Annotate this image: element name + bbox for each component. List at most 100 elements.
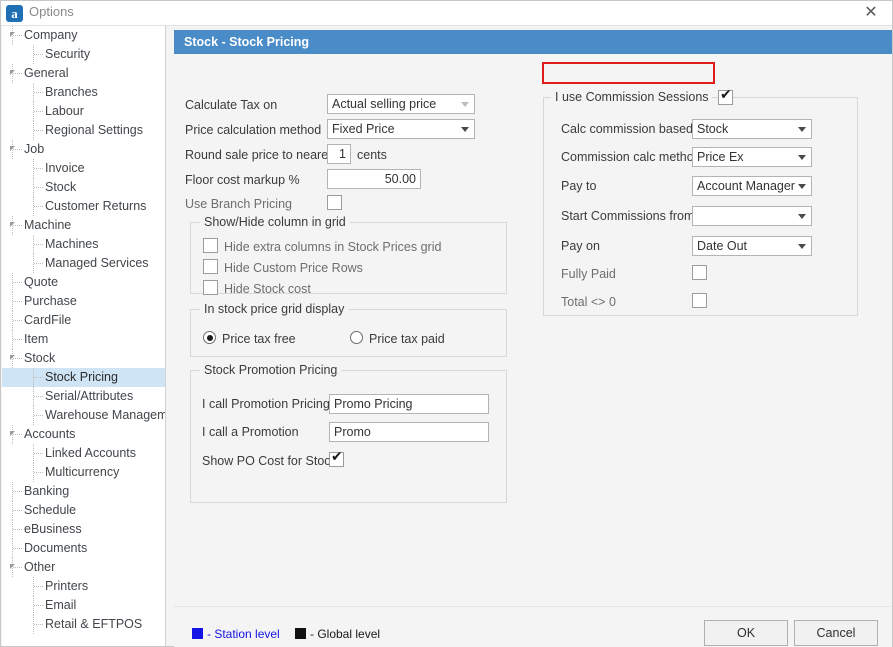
show-po-cost-checkbox[interactable]: ✔: [329, 452, 344, 467]
pay-to-value: Account Manager: [697, 179, 795, 193]
pay-on-select[interactable]: Date Out: [692, 236, 812, 256]
sidebar-item-label: Quote: [24, 275, 58, 289]
sidebar-item-label: Email: [45, 598, 76, 612]
expand-arrow-icon[interactable]: [10, 32, 15, 37]
sidebar-item-linked-accounts[interactable]: Linked Accounts: [2, 444, 165, 463]
sidebar-item-label: Multicurrency: [45, 465, 119, 479]
sidebar-item-serial-attributes[interactable]: Serial/Attributes: [2, 387, 165, 406]
sidebar-item-banking[interactable]: Banking: [2, 482, 165, 501]
sidebar-item-documents[interactable]: Documents: [2, 539, 165, 558]
use-commission-sessions-checkbox[interactable]: ✔: [718, 90, 733, 105]
expand-arrow-icon[interactable]: [10, 222, 15, 227]
tree-guide-connector: [34, 624, 43, 625]
sidebar-item-stock[interactable]: Stock: [2, 349, 165, 368]
sidebar-item-invoice[interactable]: Invoice: [2, 159, 165, 178]
sidebar-item-cardfile[interactable]: CardFile: [2, 311, 165, 330]
sidebar-item-quote[interactable]: Quote: [2, 273, 165, 292]
sidebar-item-item[interactable]: Item: [2, 330, 165, 349]
price-calculation-method-select[interactable]: Fixed Price: [327, 119, 475, 139]
expand-arrow-icon[interactable]: [10, 146, 15, 151]
calculate-tax-on-select[interactable]: Actual selling price: [327, 94, 475, 114]
hide-extra-columns-checkbox[interactable]: [203, 238, 218, 253]
sidebar-item-stock-pricing[interactable]: Stock Pricing: [2, 368, 165, 387]
sidebar-item-label: Company: [24, 28, 78, 42]
sidebar-item-stock[interactable]: Stock: [2, 178, 165, 197]
tree-guide-connector: [13, 320, 22, 321]
floor-cost-markup-label: Floor cost markup %: [185, 173, 300, 188]
sidebar-item-label: Serial/Attributes: [45, 389, 133, 403]
hide-custom-price-rows-checkbox[interactable]: [203, 259, 218, 274]
cancel-button[interactable]: Cancel: [794, 620, 878, 646]
total-not-zero-checkbox[interactable]: [692, 293, 707, 308]
app-logo-icon: a: [6, 5, 23, 22]
price-tax-paid-radio[interactable]: [350, 331, 363, 344]
sidebar-item-accounts[interactable]: Accounts: [2, 425, 165, 444]
app-logo-glyph: a: [6, 5, 23, 22]
sidebar-item-label: Printers: [45, 579, 88, 593]
expand-arrow-icon[interactable]: [10, 70, 15, 75]
sidebar-item-branches[interactable]: Branches: [2, 83, 165, 102]
sidebar-item-security[interactable]: Security: [2, 45, 165, 64]
sidebar-item-managed-services[interactable]: Managed Services: [2, 254, 165, 273]
call-promotion-pricing-input[interactable]: Promo Pricing: [329, 394, 489, 414]
stock-promotion-pricing-group-title: Stock Promotion Pricing: [200, 363, 341, 377]
sidebar-item-label: Stock: [24, 351, 55, 365]
sidebar-item-multicurrency[interactable]: Multicurrency: [2, 463, 165, 482]
fully-paid-checkbox[interactable]: [692, 265, 707, 280]
sidebar-item-general[interactable]: General: [2, 64, 165, 83]
calculate-tax-on-label: Calculate Tax on: [185, 98, 277, 113]
sidebar-item-machine[interactable]: Machine: [2, 216, 165, 235]
pay-to-select[interactable]: Account Manager: [692, 176, 812, 196]
start-commissions-from-select[interactable]: [692, 206, 812, 226]
sidebar-item-other[interactable]: Other: [2, 558, 165, 577]
price-tax-free-radio[interactable]: [203, 331, 216, 344]
round-sale-price-input[interactable]: 1: [327, 144, 351, 164]
ok-button[interactable]: OK: [704, 620, 788, 646]
sidebar-item-purchase[interactable]: Purchase: [2, 292, 165, 311]
sidebar-item-labour[interactable]: Labour: [2, 102, 165, 121]
radio-selected-dot: [207, 335, 213, 341]
sidebar-item-label: Branches: [45, 85, 98, 99]
tree-guide-connector: [13, 282, 22, 283]
sidebar-item-regional-settings[interactable]: Regional Settings: [2, 121, 165, 140]
sidebar-item-ebusiness[interactable]: eBusiness: [2, 520, 165, 539]
expand-arrow-icon[interactable]: [10, 564, 15, 569]
calc-commission-based-on-value: Stock: [697, 122, 728, 136]
commission-calc-method-value: Price Ex: [697, 150, 744, 164]
sidebar-item-printers[interactable]: Printers: [2, 577, 165, 596]
tree-guide-connector: [13, 548, 22, 549]
sidebar-item-warehouse-management[interactable]: Warehouse Management: [2, 406, 165, 425]
close-icon[interactable]: ✕: [854, 1, 888, 25]
commission-calc-method-select[interactable]: Price Ex: [692, 147, 812, 167]
chevron-down-icon: [798, 127, 806, 132]
sidebar-item-retail-eftpos[interactable]: Retail & EFTPOS: [2, 615, 165, 634]
settings-tree[interactable]: Company SecurityGeneral Branches LabourRegi…: [2, 26, 166, 646]
hide-stock-cost-checkbox[interactable]: [203, 280, 218, 295]
calculate-tax-on-value: Actual selling price: [332, 97, 436, 111]
round-sale-price-value: 1: [332, 147, 346, 161]
tree-guide-connector: [34, 130, 43, 131]
tree-guide-connector: [34, 111, 43, 112]
hide-extra-columns-label: Hide extra columns in Stock Prices grid: [224, 240, 441, 255]
sidebar-item-job[interactable]: Job: [2, 140, 165, 159]
sidebar-item-label: Documents: [24, 541, 87, 555]
sidebar-item-machines[interactable]: Machines: [2, 235, 165, 254]
sidebar-item-company[interactable]: Company: [2, 26, 165, 45]
call-a-promotion-input[interactable]: Promo: [329, 422, 489, 442]
sidebar-item-schedule[interactable]: Schedule: [2, 501, 165, 520]
sidebar-item-label: Customer Returns: [45, 199, 146, 213]
expand-arrow-icon[interactable]: [10, 355, 15, 360]
chevron-down-icon: [461, 127, 469, 132]
floor-cost-markup-input[interactable]: 50.00: [327, 169, 421, 189]
use-branch-pricing-checkbox[interactable]: [327, 195, 342, 210]
call-promotion-pricing-value: Promo Pricing: [334, 397, 484, 411]
station-level-swatch: [192, 628, 203, 639]
sidebar-item-customer-returns[interactable]: Customer Returns: [2, 197, 165, 216]
sidebar-item-label: Machine: [24, 218, 71, 232]
calc-commission-based-on-select[interactable]: Stock: [692, 119, 812, 139]
tree-guide-connector: [34, 586, 43, 587]
sidebar-item-email[interactable]: Email: [2, 596, 165, 615]
expand-arrow-icon[interactable]: [10, 431, 15, 436]
tree-guide-connector: [34, 244, 43, 245]
window-title: Options: [29, 4, 74, 19]
